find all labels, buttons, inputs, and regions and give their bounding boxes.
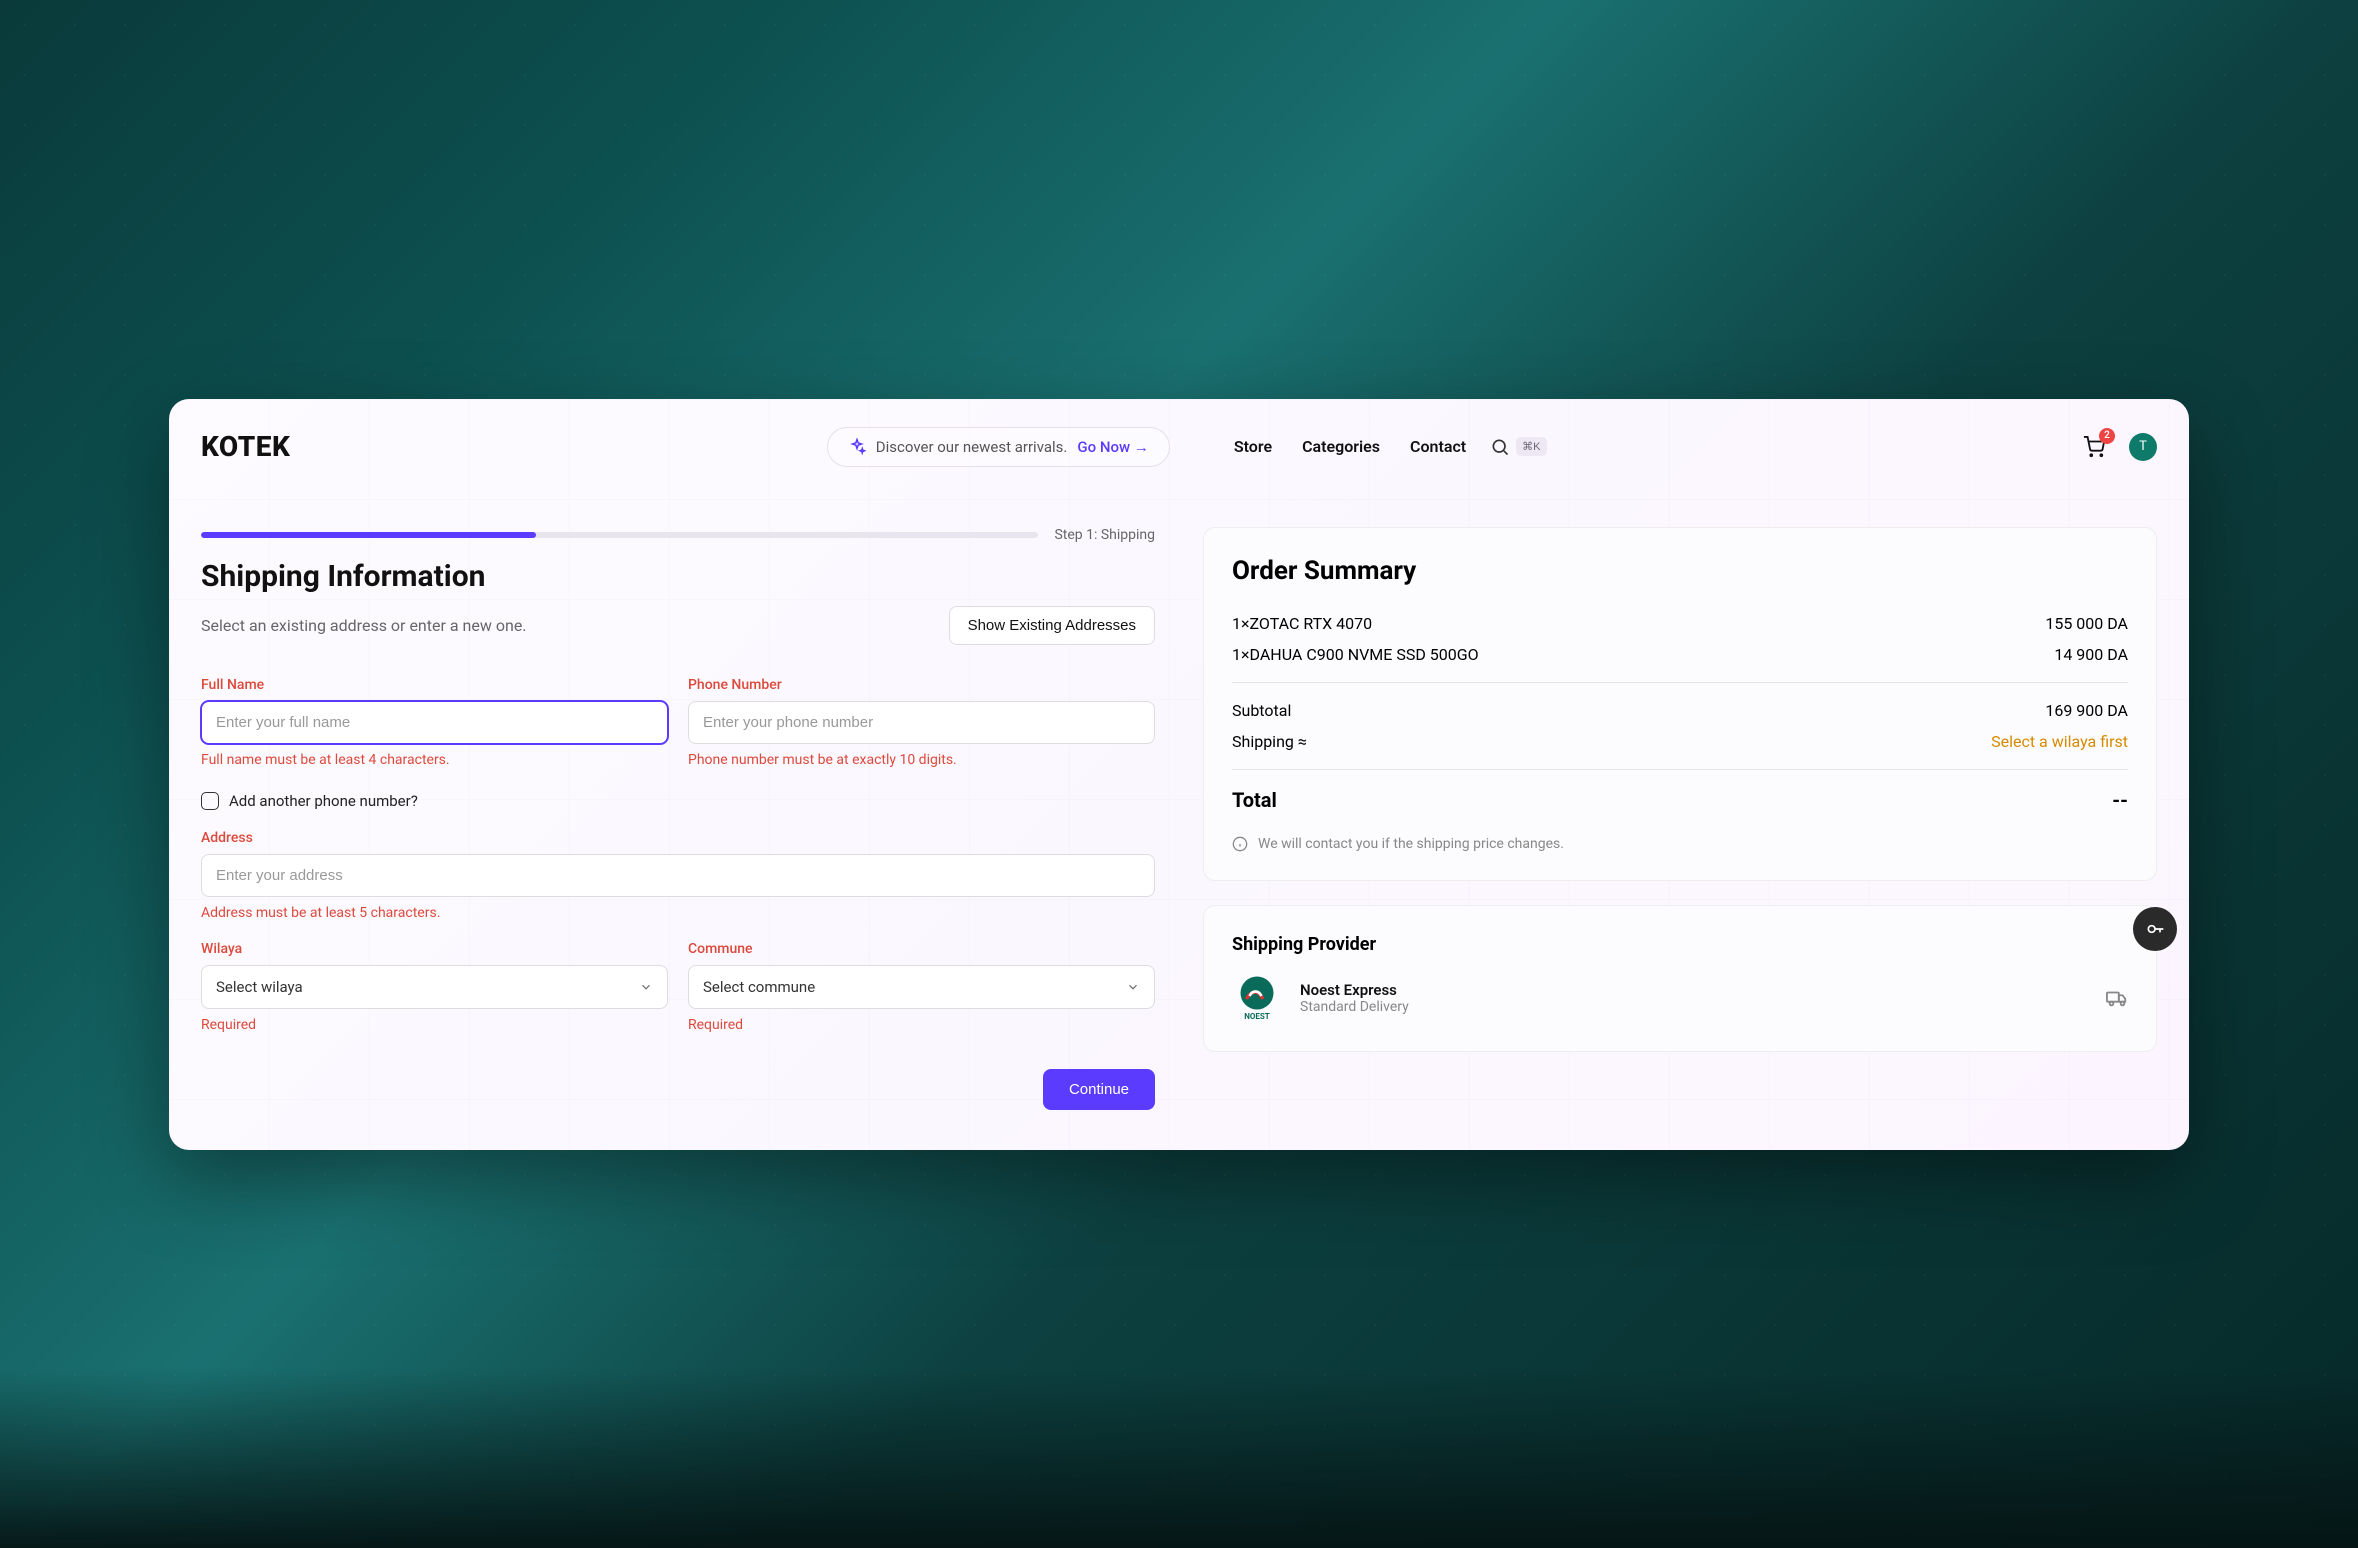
phone-input[interactable] <box>688 701 1155 744</box>
wilaya-error: Required <box>201 1017 668 1033</box>
full-name-input[interactable] <box>201 701 668 744</box>
key-icon <box>2145 919 2165 939</box>
shipping-line: Shipping ≈ Select a wilaya first <box>1232 732 2128 751</box>
settings-fab[interactable] <box>2133 907 2177 951</box>
commune-select-text: Select commune <box>703 978 815 996</box>
shipping-provider-card: Shipping Provider NOEST Noest Express St… <box>1203 905 2157 1052</box>
chevron-down-icon <box>639 980 653 994</box>
phone-label: Phone Number <box>688 677 1155 693</box>
continue-button[interactable]: Continue <box>1043 1069 1155 1110</box>
wilaya-label: Wilaya <box>201 941 668 957</box>
add-phone-checkbox[interactable] <box>201 792 219 810</box>
address-input[interactable] <box>201 854 1155 897</box>
page-title: Shipping Information <box>201 559 1155 594</box>
address-error: Address must be at least 5 characters. <box>201 905 1155 921</box>
nav-contact[interactable]: Contact <box>1410 437 1466 456</box>
provider-logo: NOEST <box>1232 973 1282 1023</box>
search-button[interactable]: ⌘K <box>1490 437 1546 457</box>
promo-pill[interactable]: Discover our newest arrivals. Go Now → <box>827 427 1170 467</box>
commune-select[interactable]: Select commune <box>688 965 1155 1009</box>
promo-cta[interactable]: Go Now → <box>1077 438 1148 456</box>
provider-name: Noest Express <box>1300 981 1409 999</box>
full-name-error: Full name must be at least 4 characters. <box>201 752 668 768</box>
step-label: Step 1: Shipping <box>1054 527 1155 543</box>
logo: KOTEK <box>201 430 290 463</box>
provider-sub: Standard Delivery <box>1300 999 1409 1015</box>
shipping-provider-title: Shipping Provider <box>1232 934 2128 955</box>
info-icon <box>1232 836 1248 852</box>
subtotal-line: Subtotal 169 900 DA <box>1232 701 2128 720</box>
sparkle-icon <box>848 438 866 456</box>
order-summary-card: Order Summary 1×ZOTAC RTX 4070 155 000 D… <box>1203 527 2157 881</box>
progress-bar <box>201 532 1038 538</box>
cart-badge: 2 <box>2099 428 2115 444</box>
commune-label: Commune <box>688 941 1155 957</box>
show-existing-addresses-button[interactable]: Show Existing Addresses <box>949 606 1155 645</box>
page-subtitle: Select an existing address or enter a ne… <box>201 616 527 635</box>
full-name-label: Full Name <box>201 677 668 693</box>
cart-button[interactable]: 2 <box>2083 436 2105 458</box>
phone-error: Phone number must be at exactly 10 digit… <box>688 752 1155 768</box>
address-label: Address <box>201 830 1155 846</box>
total-line: Total -- <box>1232 788 2128 812</box>
avatar[interactable]: T <box>2129 433 2157 461</box>
wilaya-select-text: Select wilaya <box>216 978 303 996</box>
chevron-down-icon <box>1126 980 1140 994</box>
order-item: 1×ZOTAC RTX 4070 155 000 DA <box>1232 614 2128 633</box>
wilaya-select[interactable]: Select wilaya <box>201 965 668 1009</box>
add-phone-label: Add another phone number? <box>229 792 418 810</box>
info-text: We will contact you if the shipping pric… <box>1258 836 1564 852</box>
nav-categories[interactable]: Categories <box>1302 437 1380 456</box>
truck-icon <box>2106 987 2128 1009</box>
order-summary-title: Order Summary <box>1232 556 2128 586</box>
search-shortcut: ⌘K <box>1516 437 1546 456</box>
search-icon <box>1490 437 1510 457</box>
commune-error: Required <box>688 1017 1155 1033</box>
nav-store[interactable]: Store <box>1234 437 1272 456</box>
order-item: 1×DAHUA C900 NVME SSD 500GO 14 900 DA <box>1232 645 2128 664</box>
promo-text: Discover our newest arrivals. <box>876 438 1068 456</box>
